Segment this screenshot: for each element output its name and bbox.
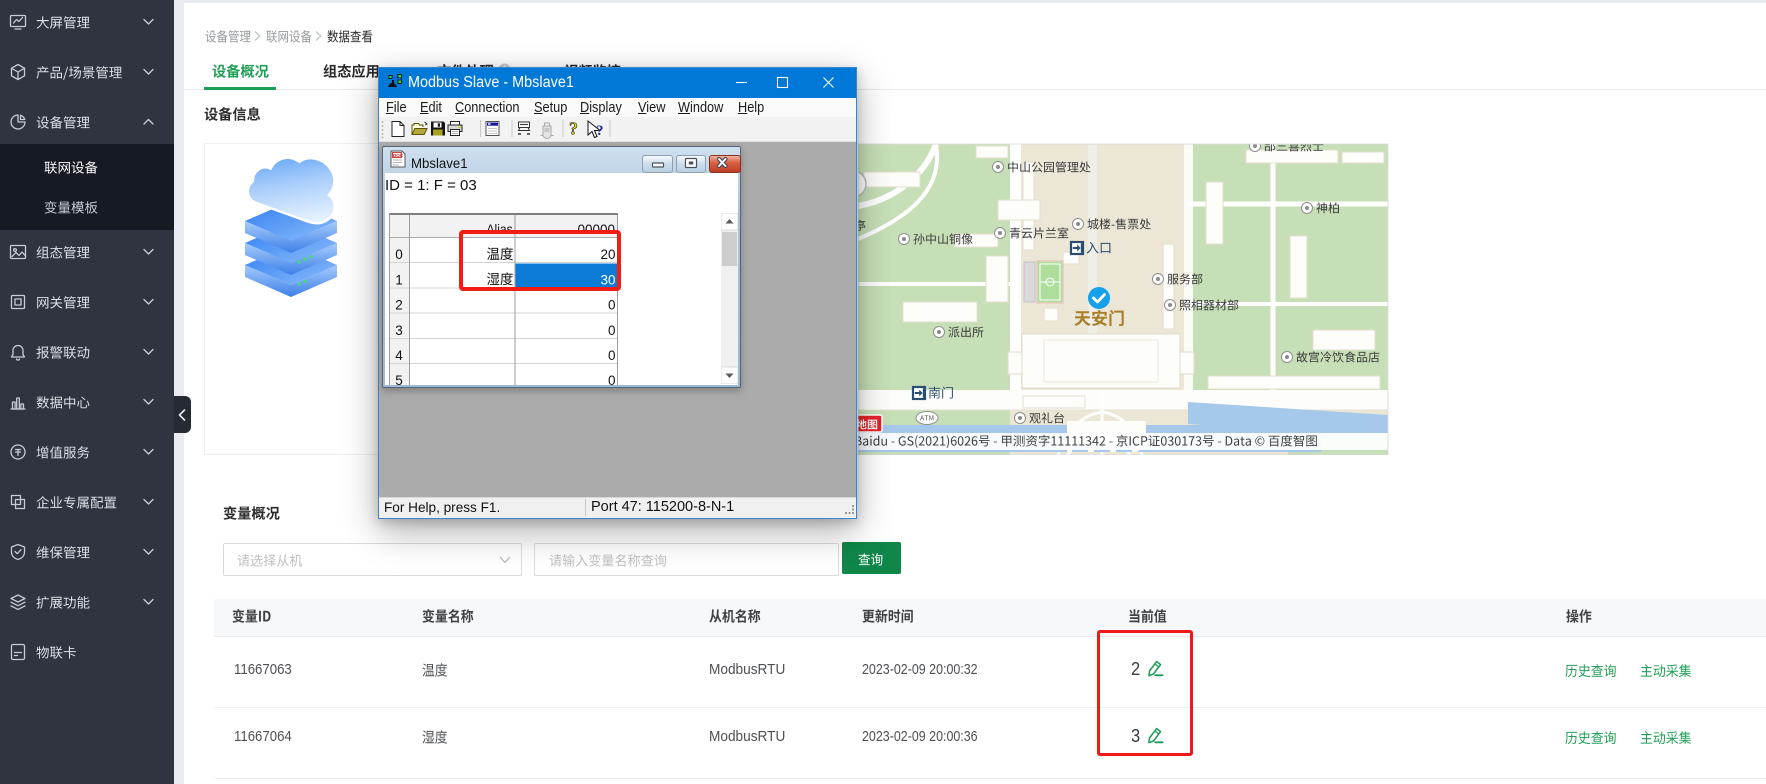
svg-text:3: 3: [395, 323, 403, 338]
svg-text:?: ?: [596, 123, 604, 139]
svg-text:4: 4: [395, 348, 403, 363]
svg-text:?: ?: [569, 119, 578, 139]
svg-text:2: 2: [395, 298, 403, 313]
svg-text:0: 0: [608, 298, 616, 313]
svg-text:0: 0: [395, 247, 403, 262]
svg-text:1: 1: [395, 272, 403, 287]
svg-text:5: 5: [395, 373, 403, 385]
svg-text:DOC: DOC: [393, 153, 404, 158]
svg-text:0: 0: [608, 373, 616, 385]
svg-text:0: 0: [608, 323, 616, 338]
svg-text:0: 0: [608, 348, 616, 363]
